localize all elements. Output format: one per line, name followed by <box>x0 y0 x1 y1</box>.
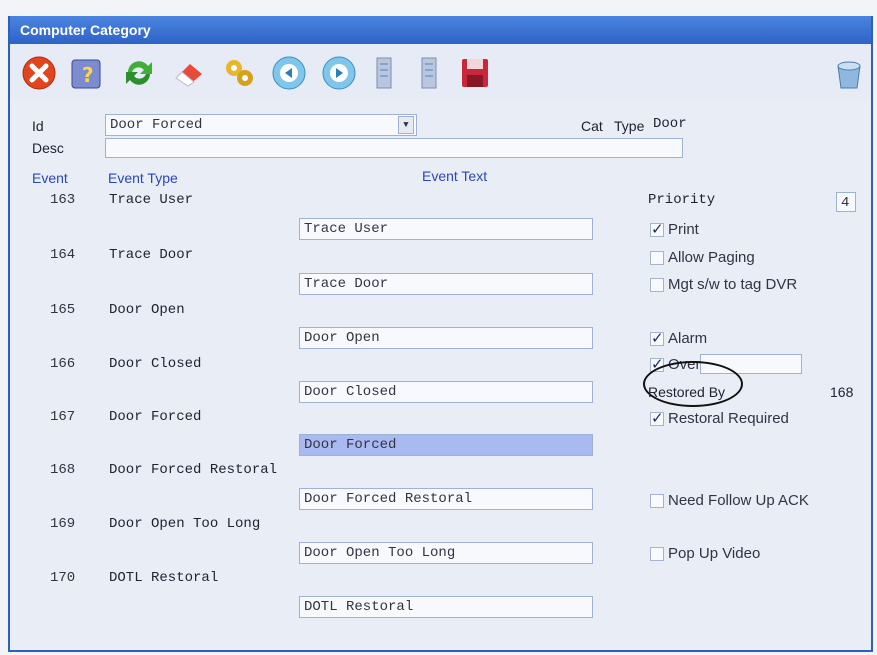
event-column-header: Event <box>32 170 68 186</box>
checkbox-unchecked[interactable] <box>650 546 664 561</box>
event-number: 164 <box>50 247 76 263</box>
alarm-checkbox[interactable]: Alarm <box>650 329 708 347</box>
pop-up-video-checkbox[interactable]: Pop Up Video <box>650 545 760 562</box>
restored-by-label: Restored By <box>648 384 726 400</box>
checkbox-checked[interactable] <box>650 220 664 238</box>
type-label: Type <box>614 118 645 134</box>
priority-label: Priority <box>648 192 716 208</box>
close-icon[interactable] <box>20 54 58 92</box>
event-type: Door Open <box>109 302 185 318</box>
need-follow-up-checkbox[interactable]: Need Follow Up ACK <box>650 492 809 509</box>
event-text-input[interactable]: Trace User <box>299 218 593 240</box>
save-icon[interactable] <box>456 54 494 92</box>
svg-text:?: ? <box>82 63 94 87</box>
print-label: Print <box>668 221 699 238</box>
allow-paging-checkbox[interactable]: Allow Paging <box>650 249 755 266</box>
id-label: Id <box>32 118 44 134</box>
gear-users-icon[interactable] <box>220 54 258 92</box>
id-dropdown[interactable]: Door Forced ▼ <box>105 114 417 136</box>
event-number: 170 <box>50 570 76 586</box>
event-type: DOTL Restoral <box>109 570 219 586</box>
help-icon[interactable]: ? <box>68 54 106 92</box>
event-text-input-selected[interactable]: Door Forced <box>299 434 593 456</box>
checkbox-checked[interactable] <box>650 409 664 427</box>
event-type: Door Closed <box>109 356 202 372</box>
toolbar: ? <box>10 44 871 100</box>
restoral-required-label: Restoral Required <box>668 410 789 427</box>
need-follow-up-label: Need Follow Up ACK <box>668 492 809 509</box>
event-number: 166 <box>50 356 76 372</box>
id-value: Door Forced <box>110 117 203 133</box>
alarm-label: Alarm <box>668 330 708 347</box>
event-type: Door Open Too Long <box>109 516 261 532</box>
computer-category-window: Computer Category ? Id Door Forced ▼ Cat… <box>8 16 873 652</box>
event-number: 165 <box>50 302 76 318</box>
mgt-checkbox[interactable]: Mgt s/w to tag DVR <box>650 276 797 293</box>
desc-input[interactable] <box>105 138 683 158</box>
event-text-input[interactable]: DOTL Restoral <box>299 596 593 618</box>
checkbox-unchecked[interactable] <box>650 277 664 292</box>
event-type: Door Forced <box>109 409 202 425</box>
checkbox-unchecked[interactable] <box>650 493 664 508</box>
event-text-input[interactable]: Door Forced Restoral <box>299 488 593 510</box>
previous-icon[interactable] <box>270 54 308 92</box>
event-type: Door Forced Restoral <box>109 462 278 478</box>
event-type-column-header: Event Type <box>108 170 178 186</box>
event-text-input[interactable]: Door Closed <box>299 381 593 403</box>
refresh-icon[interactable] <box>120 54 158 92</box>
next-icon[interactable] <box>320 54 358 92</box>
cat-label: Cat <box>581 118 603 134</box>
restored-by-value: 168 <box>830 384 854 400</box>
event-type: Trace User <box>109 192 194 208</box>
allow-paging-label: Allow Paging <box>668 249 755 266</box>
pop-up-video-label: Pop Up Video <box>668 545 761 562</box>
checkbox-unchecked[interactable] <box>650 250 664 265</box>
print-checkbox[interactable]: Print <box>650 220 699 238</box>
document-alt-icon[interactable] <box>410 54 448 92</box>
event-number: 169 <box>50 516 76 532</box>
mgt-label: Mgt s/w to tag DVR <box>668 276 798 293</box>
event-text-input[interactable]: Door Open <box>299 327 593 349</box>
type-value: Door <box>653 116 687 132</box>
event-text-column-header: Event Text <box>422 168 488 184</box>
chevron-down-icon[interactable]: ▼ <box>398 116 414 134</box>
window-title: Computer Category <box>10 16 871 44</box>
bucket-icon[interactable] <box>830 54 868 92</box>
document-icon[interactable] <box>365 54 403 92</box>
event-type: Trace Door <box>109 247 194 263</box>
event-number: 167 <box>50 409 76 425</box>
restoral-required-checkbox[interactable]: Restoral Required <box>650 409 789 427</box>
event-text-input[interactable]: Trace Door <box>299 273 593 295</box>
priority-input[interactable]: 4 <box>836 192 856 212</box>
desc-label: Desc <box>32 140 64 156</box>
eraser-icon[interactable] <box>170 54 208 92</box>
event-number: 168 <box>50 462 76 478</box>
checkbox-checked[interactable] <box>650 329 664 347</box>
event-number: 163 <box>50 192 76 208</box>
event-text-input[interactable]: Door Open Too Long <box>299 542 593 564</box>
